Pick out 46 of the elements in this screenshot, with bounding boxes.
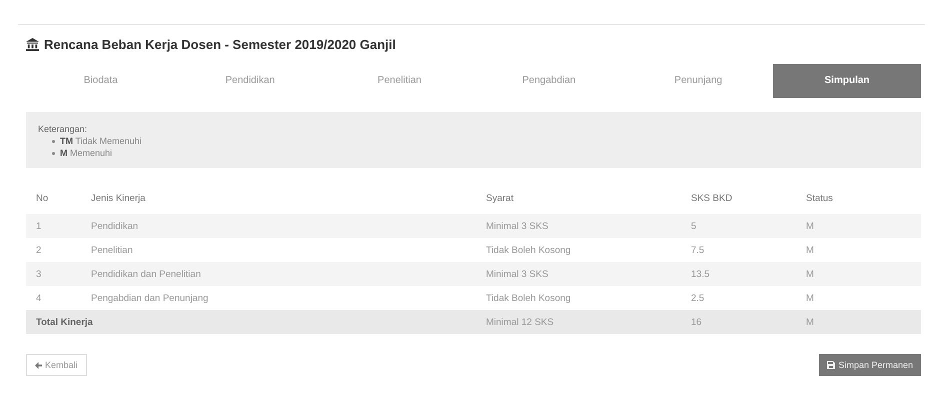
table-cell: Minimal 12 SKS bbox=[476, 310, 681, 334]
table-cell: 16 bbox=[681, 310, 796, 334]
tab[interactable]: Simpulan bbox=[773, 64, 922, 98]
page-title: Rencana Beban Kerja Dosen - Semester 2019/2020 Ganjil bbox=[44, 37, 396, 52]
table-cell: Pendidikan dan Penelitian bbox=[81, 262, 476, 286]
table-cell: Tidak Boleh Kosong bbox=[476, 286, 681, 310]
table-cell: Pendidikan bbox=[81, 214, 476, 238]
tab[interactable]: Pengabdian bbox=[474, 64, 624, 98]
legend-heading: Keterangan: bbox=[38, 124, 88, 134]
table-cell: M bbox=[796, 214, 921, 238]
tab[interactable]: Biodata bbox=[26, 64, 176, 98]
column-header: No bbox=[26, 182, 81, 214]
table-cell: Total Kinerja bbox=[26, 310, 476, 334]
legend-item: TM Tidak Memenuhi bbox=[60, 136, 142, 146]
table-cell: Minimal 3 SKS bbox=[476, 214, 681, 238]
tab[interactable]: Penunjang bbox=[624, 64, 774, 98]
bullet-icon bbox=[52, 152, 55, 154]
legend-item: M Memenuhi bbox=[60, 148, 112, 158]
table-cell: 1 bbox=[26, 214, 81, 238]
bullet-icon bbox=[52, 140, 55, 142]
table-cell: 13.5 bbox=[681, 262, 796, 286]
table-cell: 4 bbox=[26, 286, 81, 310]
table-cell: M bbox=[796, 286, 921, 310]
column-header: SKS BKD bbox=[681, 182, 796, 214]
bank-icon bbox=[26, 38, 39, 51]
column-header: Syarat bbox=[476, 182, 681, 214]
table-cell: M bbox=[796, 238, 921, 262]
table-cell: Tidak Boleh Kosong bbox=[476, 238, 681, 262]
back-button[interactable]: Kembali bbox=[26, 354, 87, 376]
table-cell: Penelitian bbox=[81, 238, 476, 262]
table-cell: 2 bbox=[26, 238, 81, 262]
arrow-left-icon bbox=[35, 362, 42, 368]
save-icon bbox=[827, 361, 836, 369]
table-cell: Pengabdian dan Penunjang bbox=[81, 286, 476, 310]
table-cell: 7.5 bbox=[681, 238, 796, 262]
table-cell: 2.5 bbox=[681, 286, 796, 310]
tab[interactable]: Penelitian bbox=[324, 64, 474, 98]
tab[interactable]: Pendidikan bbox=[175, 64, 325, 98]
table-cell: 3 bbox=[26, 262, 81, 286]
table-cell: 5 bbox=[681, 214, 796, 238]
table-cell: M bbox=[796, 310, 921, 334]
table-cell: Minimal 3 SKS bbox=[476, 262, 681, 286]
table-cell: M bbox=[796, 262, 921, 286]
save-button[interactable]: Simpan Permanen bbox=[819, 354, 921, 376]
column-header: Jenis Kinerja bbox=[81, 182, 476, 214]
column-header: Status bbox=[796, 182, 921, 214]
